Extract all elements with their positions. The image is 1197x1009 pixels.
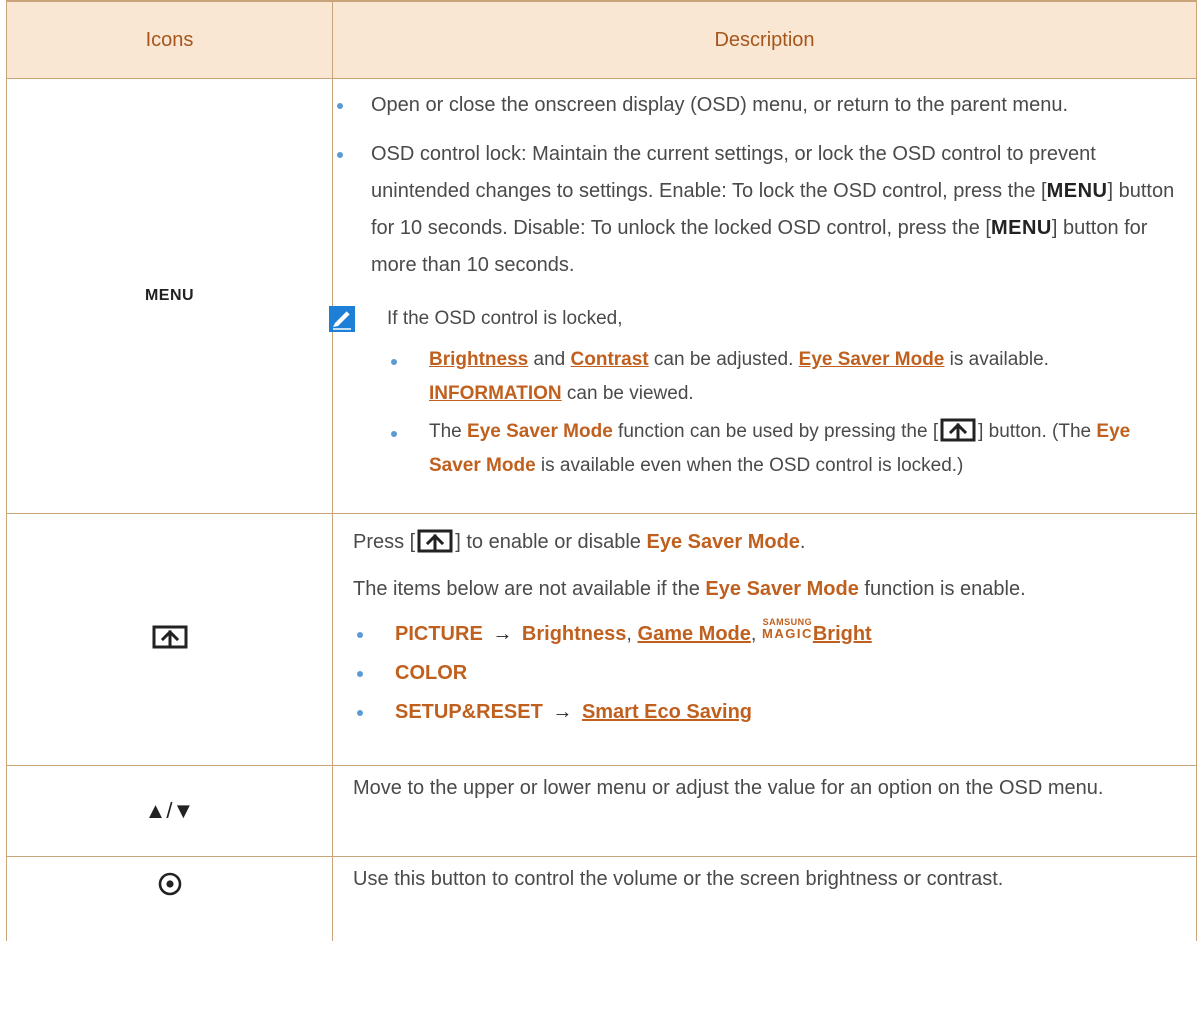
link-information[interactable]: INFORMATION — [429, 383, 562, 404]
menu-bullet-2-text-a: OSD control lock: Maintain the current s… — [371, 143, 1096, 202]
menu-key-inline-2: MENU — [990, 217, 1052, 239]
icon-cell-menu: MENU — [6, 78, 333, 514]
up-down-arrows-icon: ▲/▼ — [144, 798, 195, 823]
magic-bottom: MAGIC — [762, 626, 813, 641]
description-cell-up-down: Move to the upper or lower menu or adjus… — [332, 765, 1197, 857]
link-magic-bright[interactable]: Bright — [813, 623, 872, 645]
eye-item-setup: SETUP&RESET → Smart Eco Saving — [353, 694, 1196, 731]
table-header-row: Icons Description — [6, 0, 1197, 79]
note-text-viewed: can be viewed. — [561, 383, 694, 404]
comma-1: , — [626, 623, 632, 645]
note-pencil-icon — [329, 306, 355, 332]
eye-saver-key-icon — [150, 624, 190, 650]
table-row-eye-saver: Press [ ] to enable or disable Eye Saver … — [6, 513, 1197, 766]
eye-l2-eye-saver: Eye Saver Mode — [705, 578, 859, 600]
note-bullet-2: The Eye Saver Mode function can be used … — [387, 415, 1182, 483]
eye-l2-b: function is enable. — [858, 578, 1026, 600]
header-description: Description — [332, 0, 1197, 79]
note-bullet-1: Brightness and Contrast can be adjusted.… — [387, 343, 1182, 411]
note2-text-a: The — [429, 421, 468, 442]
menu-key-inline-1: MENU — [1046, 180, 1108, 202]
description-cell-menu: Open or close the onscreen display (OSD)… — [329, 78, 1197, 514]
item-picture: PICTURE — [395, 623, 483, 645]
menu-bullet-2: OSD control lock: Maintain the current s… — [333, 136, 1196, 284]
icon-cell-up-down: ▲/▼ — [6, 765, 333, 857]
eye-line-2: The items below are not available if the… — [353, 571, 1196, 608]
eye-l1-b: ] to enable or disable — [455, 531, 647, 553]
link-brightness[interactable]: Brightness — [429, 349, 528, 370]
samsung-magic-logo: SAMSUNG MAGIC — [762, 618, 813, 641]
icon-cell-joystick — [6, 856, 333, 941]
note-block: If the OSD control is locked, Brightness… — [329, 300, 1196, 483]
note-text-adjusted: can be adjusted. — [648, 349, 799, 370]
eye-saver-key-icon — [415, 528, 455, 554]
up-down-text: Move to the upper or lower menu or adjus… — [353, 777, 1104, 799]
note2-eye-saver: Eye Saver Mode — [467, 421, 613, 442]
arrow-1: → — [492, 623, 513, 645]
eye-l2-a: The items below are not available if the — [353, 578, 706, 600]
arrow-2: → — [552, 701, 573, 723]
link-eye-saver-mode[interactable]: Eye Saver Mode — [799, 349, 945, 370]
item-brightness: Brightness — [521, 623, 627, 645]
description-cell-eye-saver: Press [ ] to enable or disable Eye Saver … — [332, 513, 1197, 766]
menu-bullet-1: Open or close the onscreen display (OSD)… — [333, 87, 1196, 124]
keys-table: Icons Description MENU Open or close the… — [6, 0, 1197, 941]
eye-l1-a: Press [ — [353, 531, 416, 553]
description-cell-joystick: Use this button to control the volume or… — [332, 856, 1197, 941]
eye-saver-key-icon — [938, 417, 978, 443]
eye-item-color: COLOR — [353, 655, 1196, 692]
note2-text-b: function can be used by pressing the [ — [612, 421, 939, 442]
eye-l1-eye-saver: Eye Saver Mode — [646, 531, 800, 553]
note-text-available: is available. — [944, 349, 1049, 370]
item-color: COLOR — [395, 662, 468, 684]
menu-key-label: MENU — [144, 287, 195, 304]
eye-line-1: Press [ ] to enable or disable Eye Saver … — [353, 524, 1196, 561]
note2-text-d: is available even when the OSD control i… — [535, 455, 964, 476]
link-game-mode[interactable]: Game Mode — [638, 623, 751, 645]
eye-item-picture: PICTURE → Brightness, Game Mode, SAMSUNG… — [353, 616, 1196, 653]
link-contrast[interactable]: Contrast — [571, 349, 649, 370]
joystick-text: Use this button to control the volume or… — [353, 868, 1004, 890]
item-setup-reset: SETUP&RESET — [395, 701, 543, 723]
table-row-menu: MENU Open or close the onscreen display … — [6, 78, 1197, 514]
note-text-and: and — [528, 349, 571, 370]
header-icons: Icons — [6, 0, 333, 79]
joystick-icon — [158, 872, 181, 896]
eye-l1-c: . — [799, 531, 806, 553]
comma-2: , — [750, 623, 757, 645]
note2-text-c: ] button. (The — [978, 421, 1097, 442]
link-smart-eco-saving[interactable]: Smart Eco Saving — [582, 701, 752, 723]
note-title: If the OSD control is locked, — [387, 308, 623, 329]
icon-cell-eye-saver — [6, 513, 333, 766]
table-row-up-down: ▲/▼ Move to the upper or lower menu or a… — [6, 765, 1197, 857]
menu-bullet-1-text: Open or close the onscreen display (OSD)… — [371, 94, 1069, 116]
table-row-joystick: Use this button to control the volume or… — [6, 856, 1197, 941]
